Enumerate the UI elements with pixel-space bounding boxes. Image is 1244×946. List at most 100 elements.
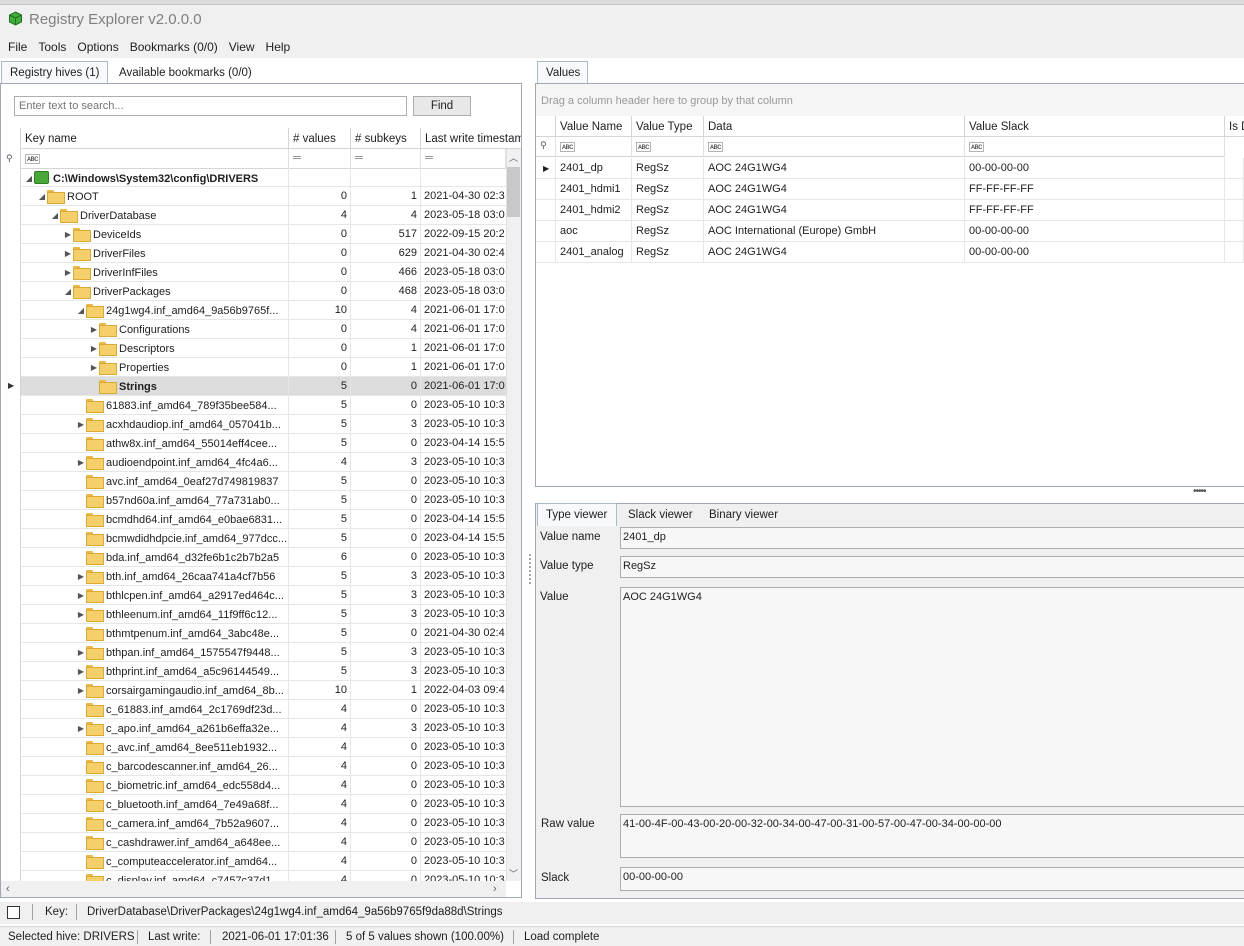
tree-row[interactable]: b57nd60a.inf_amd64_77a731ab0... 5 0 2023-05… [21,491,506,510]
tree-scroll-thumb[interactable] [507,167,520,217]
tree-row[interactable]: ◢ DriverDatabase 4 4 2023-05-18 03:0 [21,206,506,225]
collapse-icon[interactable]: ◢ [37,192,47,201]
menu-view[interactable]: View [224,40,260,54]
key-name-cell[interactable]: c_bluetooth.inf_amd64_7e49a68f... [21,795,289,814]
filter-value-slack[interactable]: ᴀʙc [965,137,1225,157]
value-type-cell[interactable]: RegSz [632,158,704,179]
key-name-cell[interactable]: ▶ audioendpoint.inf_amd64_4fc4a6... [21,453,289,472]
key-name-cell[interactable]: 61883.inf_amd64_789f35bee584... [21,396,289,415]
is-deleted-cell[interactable] [1225,200,1244,221]
key-name-cell[interactable]: ▶ DeviceIds [21,225,289,244]
key-name-cell[interactable]: bthmtpenum.inf_amd64_3abc48e... [21,624,289,643]
tab-slack-viewer[interactable]: Slack viewer [619,503,697,526]
value-data-cell[interactable]: AOC 24G1WG4 [704,179,965,200]
expand-icon[interactable]: ▶ [63,249,73,258]
value-name-cell[interactable]: 2401_hdmi2 [556,200,632,221]
value-name-cell[interactable]: 2401_dp [556,158,632,179]
value-type-field[interactable]: RegSz [620,556,1244,578]
tree-row[interactable]: ▶ DeviceIds 0 517 2022-09-15 20:2 [21,225,506,244]
tree-row[interactable]: athw8x.inf_amd64_55014eff4cee... 5 0 2023-0… [21,434,506,453]
menu-bookmarks[interactable]: Bookmarks (0/0) [125,40,223,54]
column-data[interactable]: Data [704,116,965,137]
expand-icon[interactable]: ▶ [76,686,86,695]
tree-row[interactable]: ◢ C:\Windows\System32\config\DRIVERS [21,168,506,187]
value-slack-cell[interactable]: 00-00-00-00 [965,242,1225,263]
expand-icon[interactable]: ▶ [76,648,86,657]
column-subkeys-count[interactable]: # subkeys [351,128,421,149]
key-checkbox[interactable] [7,906,20,919]
filter-key-name[interactable]: ᴀʙc [21,149,289,169]
tree-row[interactable]: ▶ bth.inf_amd64_26caa741a4cf7b56 5 3 2023-05… [21,567,506,586]
tree-row[interactable]: ▶ bthleenum.inf_amd64_11f9ff6c12... 5 3 2023… [21,605,506,624]
value-row[interactable]: ▶ 2401_dp RegSz AOC 24G1WG4 00-00-00-00 [536,158,1244,179]
filter-value-name[interactable]: ᴀʙc [556,137,632,157]
is-deleted-cell[interactable] [1225,158,1244,179]
value-row[interactable]: aoc RegSz AOC International (Europe) GmbH 0… [536,221,1244,242]
tree-row[interactable]: c_biometric.inf_amd64_edc558d4... 4 0 2023-… [21,776,506,795]
key-name-cell[interactable]: avc.inf_amd64_0eaf27d749819837 [21,472,289,491]
key-name-cell[interactable]: bcmwdidhdpcie.inf_amd64_977dcc... [21,529,289,548]
tab-registry-hives[interactable]: Registry hives (1) [1,61,108,84]
tree-row[interactable]: bcmwdidhdpcie.inf_amd64_977dcc... 5 0 2023-… [21,529,506,548]
key-name-cell[interactable]: ▶ Properties [21,358,289,377]
tree-row[interactable]: c_barcodescanner.inf_amd64_26... 4 0 2023-0… [21,757,506,776]
value-type-cell[interactable]: RegSz [632,221,704,242]
value-data-cell[interactable]: AOC 24G1WG4 [704,158,965,179]
filter-subkeys-count[interactable]: ═ [351,149,421,169]
tree-row[interactable]: ◢ ROOT 0 1 2021-04-30 02:3 [21,187,506,206]
is-deleted-cell[interactable] [1225,221,1244,242]
key-name-cell[interactable]: ◢ C:\Windows\System32\config\DRIVERS [21,168,289,187]
column-is-deleted[interactable]: Is D [1225,116,1244,137]
key-name-cell[interactable]: ◢ DriverDatabase [21,206,289,225]
tree-row[interactable]: Strings 5 0 2021-06-01 17:0 [21,377,506,396]
key-path[interactable]: DriverDatabase\DriverPackages\24g1wg4.in… [87,906,503,918]
key-name-cell[interactable]: ▶ DriverInfFiles [21,263,289,282]
key-name-cell[interactable]: ▶ Configurations [21,320,289,339]
tree-row[interactable]: c_camera.inf_amd64_7b52a9607... 4 0 2023-05… [21,814,506,833]
key-name-cell[interactable]: ▶ corsairgamingaudio.inf_amd64_8b... [21,681,289,700]
key-name-cell[interactable]: ▶ Descriptors [21,339,289,358]
key-name-cell[interactable]: c_61883.inf_amd64_2c1769df23d... [21,700,289,719]
value-data-cell[interactable]: AOC 24G1WG4 [704,242,965,263]
menu-tools[interactable]: Tools [33,40,71,54]
expand-icon[interactable]: ▶ [76,420,86,429]
collapse-icon[interactable]: ◢ [24,174,34,183]
tree-row[interactable]: bcmdhd64.inf_amd64_e0bae6831... 5 0 2023-04… [21,510,506,529]
tree-row[interactable]: avc.inf_amd64_0eaf27d749819837 5 0 2023-05-… [21,472,506,491]
tree-row[interactable]: ▶ Properties 0 1 2021-06-01 17:0 [21,358,506,377]
tree-row[interactable]: bda.inf_amd64_d32fe6b1c2b7b2a5 6 0 2023-05-… [21,548,506,567]
search-input[interactable] [14,96,407,116]
collapse-icon[interactable]: ◢ [63,287,73,296]
value-slack-cell[interactable]: 00-00-00-00 [965,221,1225,242]
value-data-cell[interactable]: AOC 24G1WG4 [704,200,965,221]
tree-row[interactable]: ▶ bthpan.inf_amd64_1575547f9448... 5 3 2023-… [21,643,506,662]
value-name-cell[interactable]: 2401_hdmi1 [556,179,632,200]
scroll-down-icon[interactable]: ﹀ [509,867,518,880]
key-name-cell[interactable]: ◢ 24g1wg4.inf_amd64_9a56b9765f... [21,301,289,320]
tree-row[interactable]: ▶ DriverFiles 0 629 2021-04-30 02:4 [21,244,506,263]
tree-row[interactable]: c_61883.inf_amd64_2c1769df23d... 4 0 2023-0… [21,700,506,719]
is-deleted-cell[interactable] [1225,242,1244,263]
key-name-cell[interactable]: c_cashdrawer.inf_amd64_a648ee... [21,833,289,852]
tree-horizontal-scrollbar[interactable] [1,881,506,897]
key-name-cell[interactable]: c_barcodescanner.inf_amd64_26... [21,757,289,776]
key-name-cell[interactable]: bda.inf_amd64_d32fe6b1c2b7b2a5 [21,548,289,567]
menu-file[interactable]: File [3,40,32,54]
tree-row[interactable]: ▶ Configurations 0 4 2021-06-01 17:0 [21,320,506,339]
tree-row[interactable]: ▶ c_apo.inf_amd64_a261b6effa32e... 4 3 2023-… [21,719,506,738]
tree-row[interactable]: c_display.inf_amd64_c7457c37d1... 4 0 2023-… [21,871,506,881]
key-name-cell[interactable]: c_camera.inf_amd64_7b52a9607... [21,814,289,833]
key-name-cell[interactable]: ▶ bthleenum.inf_amd64_11f9ff6c12... [21,605,289,624]
key-name-cell[interactable]: Strings [21,377,289,396]
is-deleted-cell[interactable] [1225,179,1244,200]
key-name-cell[interactable]: bcmdhd64.inf_amd64_e0bae6831... [21,510,289,529]
value-slack-cell[interactable]: FF-FF-FF-FF [965,179,1225,200]
key-name-cell[interactable]: ▶ bthprint.inf_amd64_a5c96144549... [21,662,289,681]
tree-row[interactable]: c_bluetooth.inf_amd64_7e49a68f... 4 0 2023-… [21,795,506,814]
expand-icon[interactable]: ▶ [89,363,99,372]
value-row[interactable]: 2401_hdmi1 RegSz AOC 24G1WG4 FF-FF-FF-FF [536,179,1244,200]
value-row[interactable]: 2401_analog RegSz AOC 24G1WG4 00-00-00-00 [536,242,1244,263]
value-name-cell[interactable]: aoc [556,221,632,242]
filter-value-type[interactable]: ᴀʙc [632,137,704,157]
expand-icon[interactable]: ▶ [63,230,73,239]
